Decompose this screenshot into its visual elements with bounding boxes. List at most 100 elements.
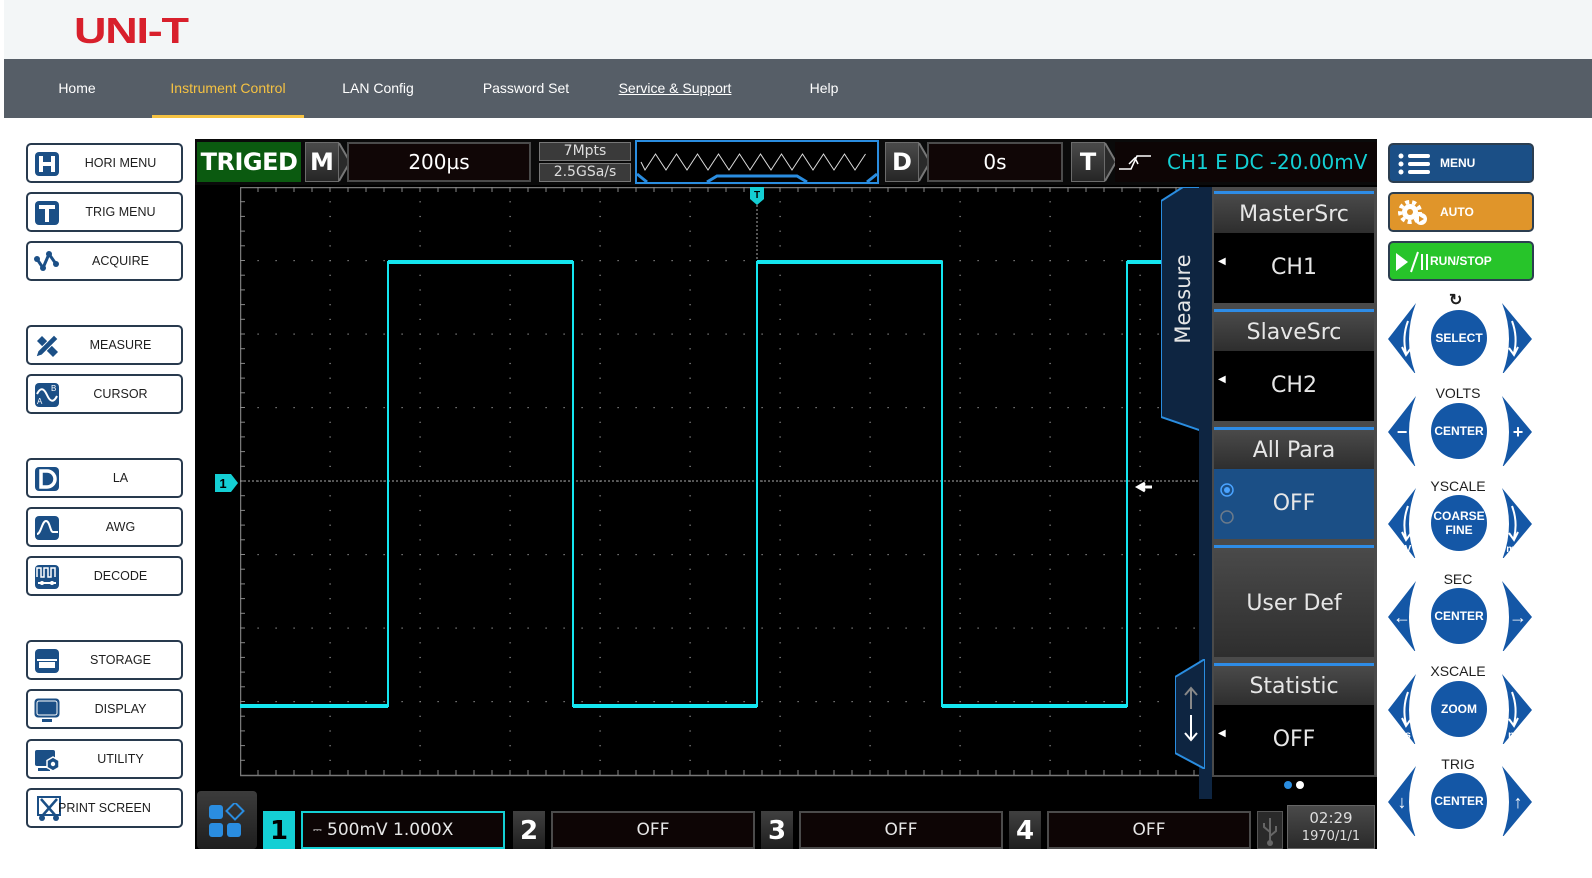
- delay-tag[interactable]: D: [885, 142, 919, 182]
- awg-button[interactable]: AWG: [26, 507, 183, 547]
- trigger-level-arrow-icon[interactable]: [1134, 481, 1152, 493]
- trig-right-label: ↑: [1514, 792, 1523, 812]
- page-scroll-tab[interactable]: [1174, 657, 1206, 771]
- nav-home[interactable]: Home: [52, 59, 102, 118]
- trigger-tag[interactable]: T: [1071, 142, 1105, 182]
- clock-date: 1970/1/1: [1301, 829, 1361, 844]
- channel-1[interactable]: 1 ⎓ 500mV 1.000X: [263, 805, 507, 849]
- la-button[interactable]: LA: [26, 458, 183, 498]
- cursor-ab-icon: AB: [35, 383, 59, 407]
- yscale-right-button[interactable]: mV: [1492, 488, 1532, 558]
- softkey-allpara-value[interactable]: OFF: [1214, 469, 1374, 539]
- channel-number: 4: [1009, 811, 1041, 849]
- channel-3[interactable]: 3 OFF: [761, 805, 1005, 849]
- ch1-trace-levels: [240, 260, 1200, 708]
- sec-right-button[interactable]: →: [1492, 581, 1532, 651]
- channel-value: ⎓ 500mV 1.000X: [301, 811, 505, 849]
- h-letter-icon: [35, 152, 59, 176]
- channel-2[interactable]: 2 OFF: [513, 805, 757, 849]
- channel-4[interactable]: 4 OFF: [1009, 805, 1253, 849]
- acquire-button[interactable]: ACQUIRE: [26, 241, 183, 281]
- svg-text:1: 1: [219, 476, 226, 491]
- nav-help[interactable]: Help: [804, 59, 844, 118]
- storage-icon: [35, 649, 59, 673]
- utility-button[interactable]: UTILITY: [26, 739, 183, 779]
- measure-button[interactable]: MEASURE: [26, 325, 183, 365]
- sec-center-button[interactable]: CENTER: [1431, 588, 1487, 644]
- softkey-allpara-title[interactable]: All Para: [1214, 427, 1374, 469]
- trigger-marker-label: T: [754, 190, 760, 201]
- dc-coupling-icon: ⎓: [313, 823, 322, 836]
- nav-lan-config[interactable]: LAN Config: [338, 59, 418, 118]
- volts-left-button[interactable]: −: [1388, 396, 1428, 466]
- waveform-graticule[interactable]: T: [240, 187, 1203, 777]
- button-label: STORAGE: [90, 653, 151, 667]
- button-label: CURSOR: [93, 387, 148, 401]
- softkey-statistic-title[interactable]: Statistic: [1214, 663, 1374, 705]
- softkey-mastersrc-value[interactable]: CH1 ◀: [1214, 233, 1374, 303]
- nav-instrument-control[interactable]: Instrument Control: [152, 59, 304, 118]
- channel-value: OFF: [799, 811, 1003, 849]
- delay-value[interactable]: 0s: [927, 142, 1063, 182]
- run-stop-button[interactable]: RUN/STOP: [1388, 241, 1534, 281]
- page-dot-active[interactable]: [1284, 781, 1292, 789]
- decode-button[interactable]: DECODE: [26, 556, 183, 596]
- overview-wave: [636, 153, 878, 184]
- storage-button[interactable]: STORAGE: [26, 640, 183, 680]
- display-button[interactable]: DISPLAY: [26, 689, 183, 729]
- button-label: DISPLAY: [94, 702, 147, 716]
- softkey-userdef[interactable]: User Def: [1214, 545, 1374, 657]
- select-left-button[interactable]: [1388, 303, 1428, 373]
- softkey-slavesrc-title[interactable]: SlaveSrc: [1214, 309, 1374, 351]
- t-letter-icon: [35, 201, 59, 225]
- nav-service-support[interactable]: Service & Support: [616, 59, 734, 118]
- yscale-left-button[interactable]: V: [1388, 488, 1428, 558]
- sample-rate: 2.5GSa/s: [539, 163, 631, 182]
- channel-number: 1: [263, 811, 295, 849]
- channel-value: OFF: [551, 811, 755, 849]
- sec-left-button[interactable]: ←: [1388, 581, 1428, 651]
- hori-menu-button[interactable]: HORI MENU: [26, 143, 183, 183]
- value-text: CH2: [1271, 373, 1317, 398]
- auto-button[interactable]: AUTO: [1388, 192, 1534, 232]
- xscale-left-button[interactable]: s: [1388, 674, 1428, 744]
- softkey-statistic-value[interactable]: OFF ◀: [1214, 705, 1374, 775]
- waveform-overview[interactable]: [635, 140, 879, 184]
- rising-edge-icon: [1119, 155, 1151, 170]
- volts-left-label: −: [1397, 422, 1408, 442]
- header: UNI-T: [4, 0, 1592, 59]
- timebase-value[interactable]: 200µs: [347, 142, 531, 182]
- trig-left-label: ↓: [1398, 792, 1407, 812]
- volts-center-button[interactable]: CENTER: [1431, 403, 1487, 459]
- radio-options-icon[interactable]: [1220, 483, 1234, 527]
- caret-left-icon: ◀: [1218, 256, 1226, 267]
- app-root: UNI-T Home Instrument Control LAN Config…: [0, 0, 1592, 878]
- yscale-center-button[interactable]: COARSE FINE: [1431, 495, 1487, 551]
- volts-right-button[interactable]: +: [1492, 396, 1532, 466]
- sec-left-label: ←: [1393, 607, 1411, 627]
- trig-menu-button[interactable]: TRIG MENU: [26, 192, 183, 232]
- oscilloscope-screen: TRIGED M 200µs 7Mpts 2.5GSa/s D 0s T CH1…: [195, 139, 1377, 849]
- timebase-tag[interactable]: M: [305, 142, 339, 182]
- trigger-position-marker[interactable]: T: [750, 187, 764, 205]
- ch1-ground-marker[interactable]: 1: [215, 474, 239, 492]
- cursor-button[interactable]: AB CURSOR: [26, 374, 183, 414]
- nav-password-set[interactable]: Password Set: [478, 59, 574, 118]
- print-screen-button[interactable]: PRINT SCREEN: [26, 788, 183, 828]
- soft-menu: MasterSrc CH1 ◀ SlaveSrc CH2 ◀ All Para OF…: [1212, 187, 1377, 799]
- menu-button[interactable]: MENU: [1388, 143, 1534, 183]
- app-launcher-button[interactable]: [197, 791, 257, 849]
- xscale-center-button[interactable]: ZOOM: [1431, 681, 1487, 737]
- ch1-trace: [240, 261, 1200, 707]
- trig-center-button[interactable]: CENTER: [1431, 773, 1487, 829]
- trigger-info[interactable]: CH1 E DC -20.00mV: [1115, 142, 1377, 182]
- sec-right-label: →: [1509, 607, 1527, 627]
- xscale-right-button[interactable]: ns: [1492, 674, 1532, 744]
- trig-right-button[interactable]: ↑: [1492, 766, 1532, 836]
- softkey-slavesrc-value[interactable]: CH2 ◀: [1214, 351, 1374, 421]
- select-right-button[interactable]: [1492, 303, 1532, 373]
- trig-left-button[interactable]: ↓: [1388, 766, 1428, 836]
- page-dot[interactable]: [1296, 781, 1304, 789]
- softkey-mastersrc-title[interactable]: MasterSrc: [1214, 191, 1374, 233]
- select-center-button[interactable]: SELECT: [1431, 310, 1487, 366]
